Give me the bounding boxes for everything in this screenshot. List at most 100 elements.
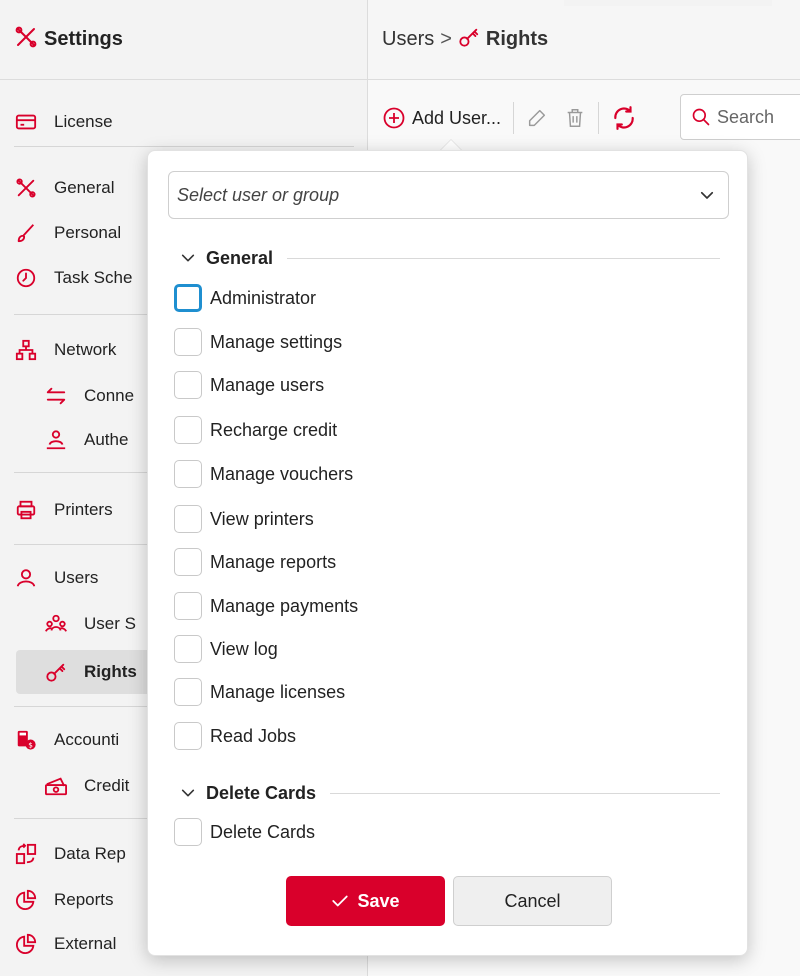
checkbox-label: Manage licenses xyxy=(210,681,346,702)
sidebar-header: Settings xyxy=(0,0,367,80)
checkbox-row[interactable]: Manage vouchers xyxy=(174,459,353,489)
checkbox-row[interactable]: View log xyxy=(174,634,278,664)
checkbox-row[interactable]: Manage reports xyxy=(174,547,336,577)
sidebar-item-label: Accounti xyxy=(54,730,120,749)
search-input[interactable]: Search xyxy=(680,94,800,140)
sidebar-item-accounting[interactable]: $ Accounti xyxy=(14,720,119,760)
add-user-label: Add User... xyxy=(412,107,502,128)
sidebar-item-credit[interactable]: Credit xyxy=(44,766,129,806)
checkbox-label: Manage payments xyxy=(210,595,359,616)
sidebar-item-external-reports[interactable]: External xyxy=(14,924,116,964)
sidebar-item-label: External xyxy=(54,934,117,953)
sidebar-item-reports[interactable]: Reports xyxy=(14,880,114,920)
page-header: Users > Rights xyxy=(368,0,800,80)
checkbox-label: View log xyxy=(210,638,278,659)
sidebar-item-rights[interactable]: Rights xyxy=(44,652,137,692)
checkbox-label: Recharge credit xyxy=(210,419,338,440)
sidebar-item-data-replication[interactable]: Data Rep xyxy=(14,834,126,874)
divider xyxy=(287,257,720,259)
add-user-button[interactable]: Add User... xyxy=(382,106,501,130)
sidebar-item-license[interactable]: License xyxy=(14,102,113,142)
checkbox[interactable] xyxy=(174,678,202,706)
svg-text:$: $ xyxy=(28,740,33,749)
checkbox[interactable] xyxy=(174,460,202,488)
sidebar-item-label: Users xyxy=(54,568,99,587)
section-delete-cards[interactable]: Delete Cards xyxy=(180,778,720,808)
section-general[interactable]: General xyxy=(180,243,720,273)
divider xyxy=(14,146,354,147)
checkbox-row[interactable]: Manage users xyxy=(174,370,324,400)
sidebar-item-label: Reports xyxy=(54,890,114,909)
cancel-button[interactable]: Cancel xyxy=(453,876,612,926)
section-title: General xyxy=(206,247,274,268)
sidebar-item-network[interactable]: Network xyxy=(14,330,116,370)
chevron-down-icon xyxy=(180,250,196,266)
checkbox[interactable] xyxy=(174,818,202,846)
sidebar-item-printers[interactable]: Printers xyxy=(14,490,113,530)
search-placeholder: Search xyxy=(717,106,775,127)
sidebar-item-label: Data Rep xyxy=(54,844,126,863)
swap-arrows-icon xyxy=(44,384,68,408)
sidebar-item-label: General xyxy=(54,178,115,197)
checkbox-row[interactable]: Read Jobs xyxy=(174,721,296,751)
search-icon xyxy=(691,107,711,127)
checkbox-row[interactable]: Recharge credit xyxy=(174,415,337,445)
checkbox-label: Manage users xyxy=(210,374,325,395)
toolbar: Add User... Search xyxy=(368,90,800,146)
checkbox[interactable] xyxy=(174,371,202,399)
checkbox[interactable] xyxy=(174,284,202,312)
sidebar-item-label: Rights xyxy=(84,662,137,681)
breadcrumb-parent[interactable]: Users xyxy=(382,28,434,51)
sidebar-item-label: Authe xyxy=(84,430,129,449)
checkbox[interactable] xyxy=(174,328,202,356)
save-button[interactable]: Save xyxy=(286,876,445,926)
chevron-down-icon xyxy=(180,785,196,801)
checkbox[interactable] xyxy=(174,635,202,663)
sidebar-title: Settings xyxy=(44,28,123,50)
sidebar-item-label: Task Sche xyxy=(54,268,133,287)
sidebar-item-general[interactable]: General xyxy=(14,168,114,208)
section-title: Delete Cards xyxy=(206,782,317,803)
sidebar-item-authentication[interactable]: Authe xyxy=(44,420,128,460)
checkbox[interactable] xyxy=(174,505,202,533)
select-placeholder: Select user or group xyxy=(177,184,340,205)
sidebar-item-task-scheduler[interactable]: Task Sche xyxy=(14,258,132,298)
key-icon xyxy=(44,660,68,684)
user-group-icon xyxy=(44,612,68,636)
checkbox[interactable] xyxy=(174,416,202,444)
clock-icon xyxy=(14,266,38,290)
accounting-icon: $ xyxy=(14,728,38,752)
checkbox-row[interactable]: View printers xyxy=(174,504,314,534)
checkbox-label: Delete Cards xyxy=(210,821,316,842)
checkbox[interactable] xyxy=(174,548,202,576)
checkbox-label: Manage reports xyxy=(210,551,337,572)
user-icon xyxy=(14,566,38,590)
pie-chart-icon xyxy=(14,932,38,956)
sidebar-item-label: Credit xyxy=(84,776,130,795)
sidebar-item-personal[interactable]: Personal xyxy=(14,213,121,253)
checkbox-row[interactable]: Manage licenses xyxy=(174,677,345,707)
add-user-popover: Select user or group General Administrat… xyxy=(147,150,748,956)
breadcrumb-separator: > xyxy=(440,28,452,50)
checkbox[interactable] xyxy=(174,722,202,750)
refresh-icon[interactable] xyxy=(611,105,637,131)
checkbox[interactable] xyxy=(174,592,202,620)
checkbox-label: View printers xyxy=(210,508,314,529)
pencil-icon[interactable] xyxy=(526,107,548,129)
sidebar-item-users[interactable]: Users xyxy=(14,558,98,598)
user-group-select[interactable]: Select user or group xyxy=(168,171,729,219)
trash-icon[interactable] xyxy=(564,107,586,129)
sidebar-item-label: Personal xyxy=(54,223,122,242)
sidebar-item-user-sync[interactable]: User S xyxy=(44,604,136,644)
sidebar-item-label: Conne xyxy=(84,386,135,405)
printer-icon xyxy=(14,498,38,522)
checkmark-icon xyxy=(331,892,349,910)
divider xyxy=(598,102,600,134)
checkbox-row[interactable]: Manage settings xyxy=(174,327,342,357)
tab-strip xyxy=(564,0,772,6)
checkbox-row[interactable]: Administrator xyxy=(174,283,316,313)
checkbox-row[interactable]: Manage payments xyxy=(174,591,358,621)
checkbox-row[interactable]: Delete Cards xyxy=(174,817,315,847)
sidebar-item-connections[interactable]: Conne xyxy=(44,376,134,416)
data-replication-icon xyxy=(14,842,38,866)
